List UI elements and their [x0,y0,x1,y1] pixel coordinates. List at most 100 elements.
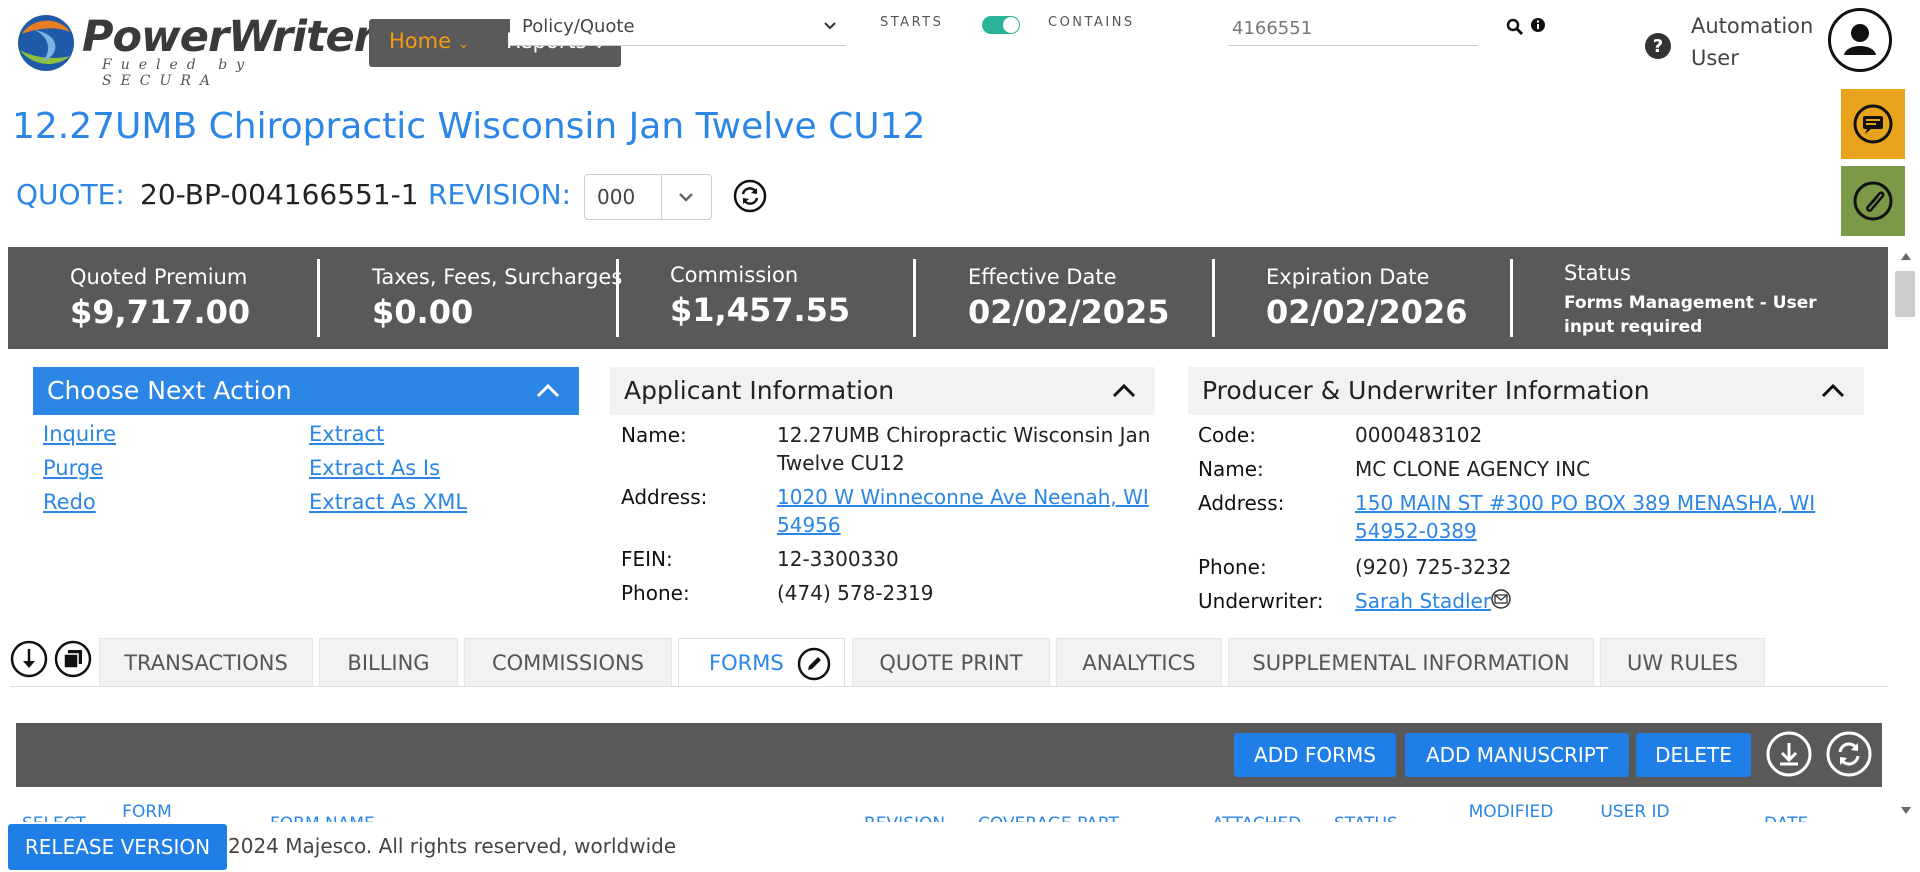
underwriter-link[interactable]: Sarah Stadler [1355,587,1491,615]
producer-address-label: Address: [1198,491,1285,515]
producer-title: Producer & Underwriter Information [1202,376,1650,405]
tab-forms[interactable]: FORMS [678,638,845,687]
copyright-text: 2024 Majesco. All rights reserved, world… [228,834,677,858]
release-version-button[interactable]: RELEASE VERSION [8,824,227,870]
next-action-panel-header[interactable]: Choose Next Action [33,367,579,415]
logo-tagline: Fueled by SECURA [102,57,254,89]
quote-label: QUOTE: [16,178,125,211]
tab-uw-rules[interactable]: UW RULES [1600,638,1765,687]
producer-name: MC CLONE AGENCY INC [1355,457,1591,481]
page-scrollbar[interactable] [1892,247,1920,822]
avatar[interactable] [1828,8,1892,72]
quote-row: QUOTE: 20-BP-004166551-1 REVISION: 000 [16,174,816,222]
svg-text:?: ? [1653,36,1663,57]
paperclip-icon [1853,181,1893,221]
chevron-down-icon: ⌄ [457,36,470,52]
action-extract-as-xml[interactable]: Extract As XML [309,490,467,514]
tab-billing[interactable]: BILLING [319,638,458,687]
applicant-name-label: Name: [621,423,687,447]
applicant-name: 12.27UMB Chiropractic Wisconsin Jan Twel… [777,423,1151,475]
add-manuscript-button[interactable]: ADD MANUSCRIPT [1405,733,1629,777]
pencil-edit-icon[interactable] [797,647,831,681]
producer-phone-label: Phone: [1198,555,1267,579]
effective-date: Effective Date 02/02/2025 [968,265,1170,331]
logo-text: PowerWriter [82,12,375,62]
quote-number: 20-BP-004166551-1 [140,178,419,211]
col-select[interactable]: SELECT [22,814,86,822]
scroll-down-arrow[interactable] [1901,807,1911,814]
tab-transactions[interactable]: TRANSACTIONS [99,638,313,687]
chat-icon [1853,104,1893,144]
quoted-premium-label: Quoted Premium [70,265,248,289]
col-form-name[interactable]: FORM NAME [270,814,375,822]
divider [913,259,916,337]
revision-value: 000 [597,185,636,209]
scroll-thumb[interactable] [1895,271,1915,317]
chevron-up-icon [536,383,560,398]
divider [1510,259,1513,337]
search-type-select[interactable]: Policy/Quote [510,10,846,46]
revision-select[interactable]: 000 [584,174,712,220]
action-extract[interactable]: Extract [309,422,384,446]
download-icon[interactable] [1766,731,1812,777]
col-user-id[interactable]: USER ID [1600,802,1670,822]
nav-home[interactable]: Home ⌄ [389,29,469,53]
help-icon[interactable]: ? [1644,32,1672,60]
commission-label: Commission [670,263,799,287]
col-modified-by[interactable]: MODIFIED BY [1456,802,1566,822]
divider [317,259,320,337]
applicant-fein: 12-3300330 [777,547,899,571]
info-icon[interactable] [1530,17,1546,33]
action-extract-as-is[interactable]: Extract As Is [309,456,440,480]
tab-analytics[interactable]: ANALYTICS [1056,638,1222,687]
chevron-up-icon [1821,383,1845,398]
email-icon[interactable] [1490,588,1512,610]
chat-widget-button[interactable] [1841,89,1905,159]
action-purge[interactable]: Purge [43,456,103,480]
taxes-label: Taxes, Fees, Surcharges [372,265,623,289]
col-form-number[interactable]: FORM NUMBER [112,802,182,822]
copy-icon[interactable] [54,640,92,678]
col-status[interactable]: STATUS [1334,814,1398,822]
nav-home-label: Home [389,29,452,53]
col-attached[interactable]: ATTACHED [1212,814,1301,822]
applicant-address-link[interactable]: 1020 W Winneconne Ave Neenah, WI 54956 [777,483,1157,539]
refresh-icon[interactable] [1826,731,1872,777]
search-input[interactable] [1228,12,1478,46]
user-icon [1844,24,1876,55]
tab-commissions[interactable]: COMMISSIONS [464,638,672,687]
expiration-value: 02/02/2026 [1266,293,1468,331]
page-title: 12.27UMB Chiropractic Wisconsin Jan Twel… [12,106,926,147]
producer-address-link[interactable]: 150 MAIN ST #300 PO BOX 389 MENASHA, WI … [1355,489,1855,545]
producer-name-label: Name: [1198,457,1264,481]
contains-label: CONTAINS [1048,15,1135,30]
tab-quote-print[interactable]: QUOTE PRINT [852,638,1050,687]
commission-value: $1,457.55 [670,291,851,329]
col-coverage-part[interactable]: COVERAGE PART [978,814,1119,822]
forms-toolbar: ADD FORMS ADD MANUSCRIPT DELETE [16,723,1882,787]
tab-supplemental-information[interactable]: SUPPLEMENTAL INFORMATION [1228,638,1594,687]
starts-contains-toggle[interactable] [982,16,1020,34]
applicant-panel-header[interactable]: Applicant Information [610,367,1155,415]
search-icon[interactable] [1506,18,1524,36]
status-value: Forms Management - User input required [1564,293,1817,337]
tab-underline [10,686,1888,687]
producer-code-label: Code: [1198,423,1256,447]
attachment-widget-button[interactable] [1841,166,1905,236]
download-arrow-icon[interactable] [10,640,48,678]
scroll-up-arrow[interactable] [1901,253,1911,260]
col-revision[interactable]: REVISION [864,814,945,822]
expiration-label: Expiration Date [1266,265,1430,289]
delete-button[interactable]: DELETE [1636,733,1751,777]
add-forms-button[interactable]: ADD FORMS [1234,733,1396,777]
powerwriter-logo[interactable]: PowerWriter Fueled by SECURA [12,10,375,89]
taxes-fees: Taxes, Fees, Surcharges $0.00 [372,265,622,331]
producer-panel-header[interactable]: Producer & Underwriter Information [1188,367,1864,415]
action-inquire[interactable]: Inquire [43,422,116,446]
action-redo[interactable]: Redo [43,490,96,514]
refresh-icon[interactable] [732,178,768,214]
commission: Commission $1,457.55 [670,263,850,329]
applicant-address-label: Address: [621,485,708,509]
col-date[interactable]: DATE [1764,814,1808,822]
chevron-down-icon [824,22,836,30]
